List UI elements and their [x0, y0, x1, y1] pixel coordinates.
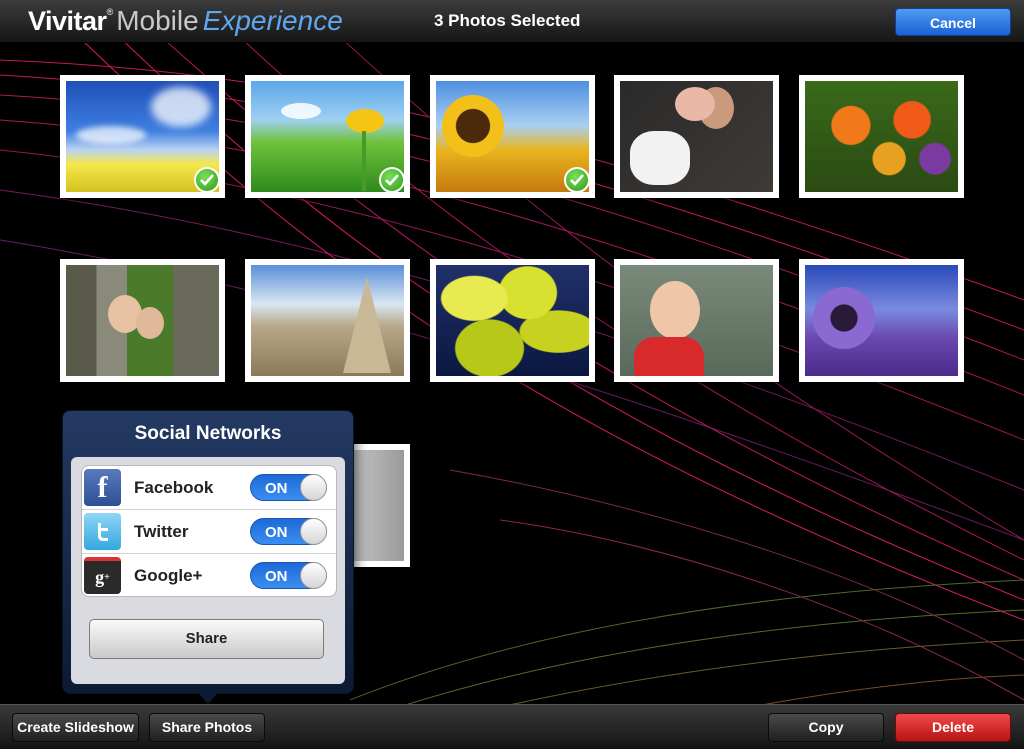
copy-button[interactable]: Copy	[768, 713, 884, 742]
app-logo: Vivitar® Mobile Experience	[28, 2, 343, 40]
social-network-list: f Facebook ON Twitter ON g + Google+ ON	[81, 465, 337, 597]
photo-thumbnail[interactable]	[245, 75, 410, 198]
google-plus-toggle[interactable]: ON	[250, 562, 327, 589]
photo-image	[620, 81, 773, 192]
photo-image	[620, 265, 773, 376]
photo-thumbnail[interactable]	[799, 75, 964, 198]
selected-check-icon	[194, 167, 220, 193]
photo-image	[66, 265, 219, 376]
network-label: Twitter	[134, 522, 189, 541]
toggle-knob	[300, 474, 327, 501]
photo-thumbnail[interactable]	[430, 259, 595, 382]
delete-button[interactable]: Delete	[895, 713, 1011, 742]
cancel-button[interactable]: Cancel	[895, 8, 1011, 36]
logo-registered-mark: ®	[106, 7, 114, 17]
bottom-toolbar: Create Slideshow Share Photos Copy Delet…	[0, 704, 1024, 749]
network-row-google-plus: g + Google+ ON	[82, 554, 336, 596]
photo-image	[805, 265, 958, 376]
photo-image	[805, 81, 958, 192]
social-networks-popover: Social Networks f Facebook ON Twitter ON	[62, 410, 354, 694]
toggle-state: ON	[265, 480, 288, 497]
share-button[interactable]: Share	[89, 619, 324, 659]
facebook-icon: f	[84, 469, 121, 506]
twitter-icon	[84, 513, 121, 550]
logo-experience: Experience	[202, 5, 343, 36]
selection-count-title: 3 Photos Selected	[434, 11, 581, 30]
google-plus-icon: g +	[84, 557, 121, 594]
photo-thumbnail[interactable]	[430, 75, 595, 198]
toggle-state: ON	[265, 524, 288, 541]
share-photos-button[interactable]: Share Photos	[149, 713, 265, 742]
toggle-knob	[300, 562, 327, 589]
toggle-knob	[300, 518, 327, 545]
popover-arrow	[196, 690, 220, 704]
top-bar: Vivitar® Mobile Experience 3 Photos Select…	[0, 0, 1024, 43]
photo-thumbnail[interactable]	[614, 259, 779, 382]
photo-image	[436, 265, 589, 376]
photo-image	[251, 265, 404, 376]
create-slideshow-button[interactable]: Create Slideshow	[12, 713, 139, 742]
network-label: Google+	[134, 566, 203, 585]
logo-mobile: Mobile	[116, 5, 199, 36]
network-row-facebook: f Facebook ON	[82, 466, 336, 510]
twitter-toggle[interactable]: ON	[250, 518, 327, 545]
selected-check-icon	[564, 167, 590, 193]
photo-thumbnail[interactable]	[60, 259, 225, 382]
facebook-toggle[interactable]: ON	[250, 474, 327, 501]
popover-body: f Facebook ON Twitter ON g + Google+ ON …	[71, 457, 345, 684]
photo-thumbnail[interactable]	[60, 75, 225, 198]
network-row-twitter: Twitter ON	[82, 510, 336, 554]
photo-thumbnail[interactable]	[614, 75, 779, 198]
photo-thumbnail[interactable]	[245, 259, 410, 382]
selected-check-icon	[379, 167, 405, 193]
popover-title: Social Networks	[134, 423, 282, 444]
photo-thumbnail[interactable]	[799, 259, 964, 382]
toggle-state: ON	[265, 568, 288, 585]
network-label: Facebook	[134, 478, 214, 497]
logo-brand: Vivitar	[28, 6, 107, 36]
